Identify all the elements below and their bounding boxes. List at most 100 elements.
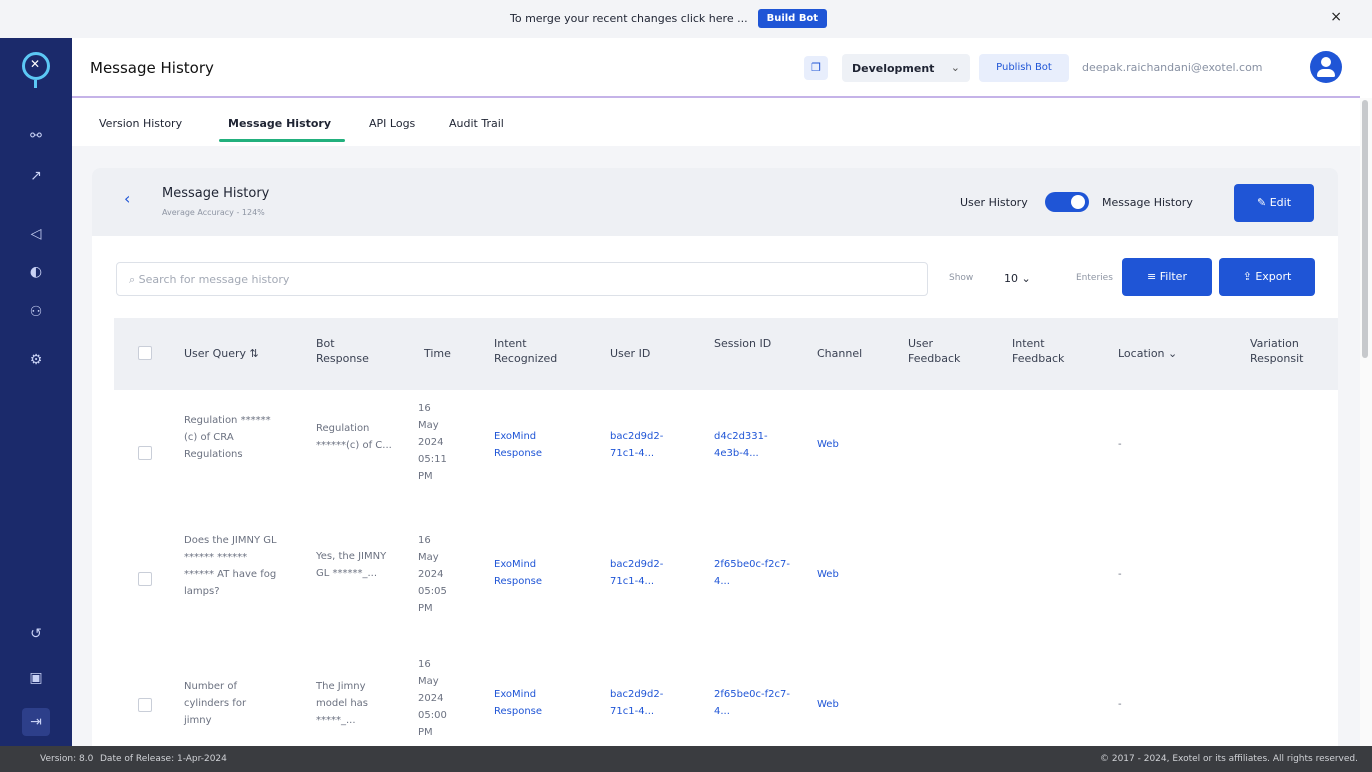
th-bot-response: Bot Response [316, 337, 369, 365]
user-email: deepak.raichandani@exotel.com [1082, 61, 1263, 74]
copy-icon[interactable]: ❐ [804, 56, 828, 80]
banner-text: To merge your recent changes click here … [510, 12, 748, 25]
bot-response-cell: Yes, the JIMNY GL ******_... [316, 551, 387, 579]
page-title: Message History [90, 59, 214, 77]
footer-copyright: © 2017 - 2024, Exotel or its affiliates.… [1099, 754, 1358, 764]
close-icon[interactable]: × [1330, 9, 1342, 25]
export-icon: ⇪ [1242, 270, 1256, 283]
export-label: Export [1255, 270, 1292, 283]
row-checkbox[interactable] [138, 446, 152, 460]
location-cell: - [1118, 699, 1122, 710]
location-cell: - [1118, 569, 1122, 580]
tab-api-logs[interactable]: API Logs [369, 117, 415, 130]
environment-value: Development [852, 62, 935, 75]
session-id-cell[interactable]: d4c2d331-4e3b-4... [714, 428, 794, 462]
top-header: Message History ❐ Development ⌄ Publish … [72, 38, 1360, 98]
card-subtitle: Average Accuracy - 124% [162, 208, 265, 217]
intent-cell[interactable]: ExoMind Response [494, 428, 574, 462]
th-time: Time [424, 347, 451, 360]
document-icon[interactable]: ▣ [26, 668, 46, 688]
row-checkbox[interactable] [138, 572, 152, 586]
channel-cell[interactable]: Web [817, 566, 839, 583]
th-location-label: Location [1118, 347, 1165, 360]
search-placeholder: Search for message history [138, 273, 290, 286]
pencil-icon: ✎ [1256, 196, 1267, 209]
user-id-cell[interactable]: bac2d9d2-71c1-4... [610, 428, 690, 462]
th-user-query[interactable]: User Query ⇅ [184, 346, 259, 361]
th-user-id: User ID [610, 347, 651, 360]
bot-response-cell: The Jimny model has *****_... [316, 681, 368, 726]
row-checkbox[interactable] [138, 698, 152, 712]
tab-message-history[interactable]: Message History [228, 117, 331, 130]
toggle-right-label: Message History [1102, 196, 1193, 209]
channel-cell[interactable]: Web [817, 696, 839, 713]
intent-cell[interactable]: ExoMind Response [494, 686, 574, 720]
th-channel: Channel [817, 347, 863, 360]
tab-audit-trail[interactable]: Audit Trail [449, 117, 504, 130]
exit-icon[interactable]: ⇥ [22, 708, 50, 736]
users-icon[interactable]: ⚇ [26, 302, 46, 322]
entries-label: Enteries [1076, 273, 1113, 283]
history-icon[interactable]: ↺ [26, 624, 46, 644]
location-cell: - [1118, 439, 1122, 450]
avatar[interactable] [1310, 51, 1342, 83]
chevron-down-icon: ⌄ [1168, 347, 1178, 360]
channel-cell[interactable]: Web [817, 436, 839, 453]
build-bot-button[interactable]: Build Bot [757, 9, 828, 28]
tab-version-history[interactable]: Version History [99, 117, 182, 130]
th-variation: Variation Responsit [1250, 337, 1304, 365]
card-title: Message History [162, 186, 270, 201]
th-session-id: Session ID [714, 337, 772, 350]
export-button[interactable]: ⇪ Export [1219, 258, 1315, 296]
show-label: Show [949, 273, 974, 283]
logo-stem [34, 80, 37, 88]
entries-value: 10 [1004, 272, 1018, 285]
filter-button[interactable]: ≡ Filter [1122, 258, 1212, 296]
th-intent: Intent Recognized [494, 337, 558, 365]
active-tab-indicator [219, 139, 345, 142]
select-all-checkbox[interactable] [138, 346, 152, 360]
tab-bar: Version History Message History API Logs… [72, 100, 1360, 146]
user-id-cell[interactable]: bac2d9d2-71c1-4... [610, 686, 690, 720]
edit-label: Edit [1269, 196, 1292, 209]
megaphone-icon[interactable]: ◁ [26, 224, 46, 244]
toggle-left-label: User History [960, 196, 1028, 209]
entries-select[interactable]: 10 ⌄ [992, 262, 1072, 296]
chevron-down-icon: ⌄ [950, 61, 960, 74]
back-arrow-icon[interactable]: ‹ [124, 189, 130, 208]
th-location[interactable]: Location ⌄ [1118, 346, 1177, 361]
filter-icon: ≡ [1147, 270, 1160, 283]
scrollbar-thumb[interactable] [1362, 100, 1368, 358]
th-user-feedback: User Feedback [908, 337, 961, 365]
edit-button[interactable]: ✎ Edit [1234, 184, 1314, 222]
intent-cell[interactable]: ExoMind Response [494, 556, 574, 590]
table-row[interactable]: Number of cylinders for jimny The Jimny … [114, 656, 1338, 756]
user-query-cell: Regulation ******(c) of CRA Regulations [184, 415, 271, 460]
session-id-cell[interactable]: 2f65be0c-f2c7-4... [714, 686, 794, 720]
exotel-logo[interactable] [22, 52, 50, 80]
search-input[interactable]: ⌕ Search for message history [116, 262, 928, 296]
table-row[interactable]: Regulation ******(c) of CRA Regulations … [114, 400, 1338, 528]
merge-banner: To merge your recent changes click here … [0, 0, 1372, 38]
banner-content: To merge your recent changes click here … [510, 9, 828, 28]
palette-icon[interactable]: ◐ [26, 262, 46, 282]
footer: Version: 8.0 Date of Release: 1-Apr-2024… [0, 746, 1372, 772]
history-toggle[interactable] [1045, 192, 1089, 212]
publish-bot-button[interactable]: Publish Bot [979, 54, 1069, 82]
table-row[interactable]: Does the JIMNY GL ****** ****** ****** A… [114, 528, 1338, 656]
card-header: ‹ Message History Average Accuracy - 124… [92, 168, 1338, 236]
sort-icon[interactable]: ⇅ [250, 347, 259, 360]
user-id-cell[interactable]: bac2d9d2-71c1-4... [610, 556, 690, 590]
environment-select[interactable]: Development ⌄ [842, 54, 970, 82]
filter-label: Filter [1159, 270, 1187, 283]
search-icon: ⌕ [129, 273, 139, 286]
flow-icon[interactable]: ⚯ [26, 126, 46, 146]
th-user-query-label: User Query [184, 347, 246, 360]
time-cell: 16 May 2024 05:05 PM [418, 535, 447, 614]
sidebar: ⚯ ↗ ◁ ◐ ⚇ ⚙ ↺ ▣ ⇥ [0, 38, 72, 746]
user-query-cell: Does the JIMNY GL ****** ****** ****** A… [184, 535, 277, 597]
settings-icon[interactable]: ⚙ [26, 350, 46, 370]
rocket-icon[interactable]: ↗ [26, 166, 46, 186]
user-query-cell: Number of cylinders for jimny [184, 681, 247, 726]
session-id-cell[interactable]: 2f65be0c-f2c7-4... [714, 556, 794, 590]
